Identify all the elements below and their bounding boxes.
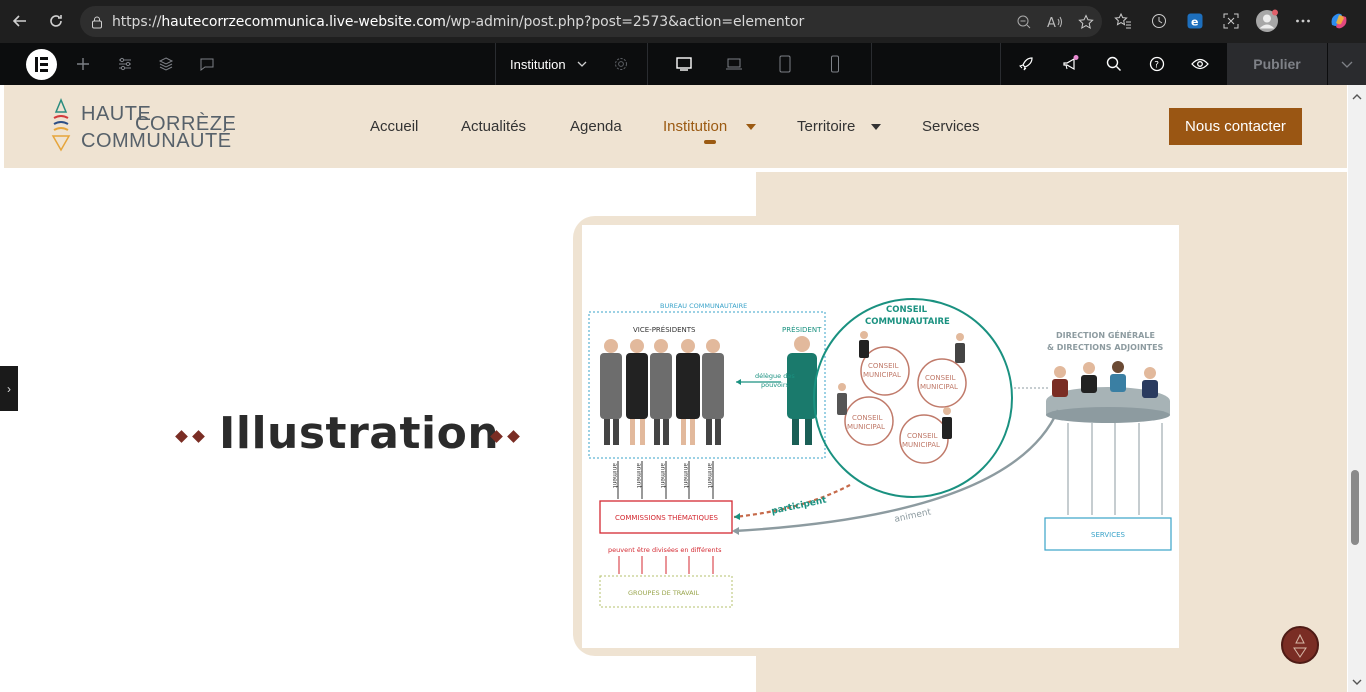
scroll-up-icon[interactable] [1352,93,1362,101]
rocket-icon[interactable] [1015,43,1037,85]
desktop-view-icon[interactable] [672,43,696,85]
publish-button[interactable]: Publier [1227,43,1327,85]
structure-layers-icon[interactable] [155,43,177,85]
more-options-icon[interactable] [1290,6,1316,36]
label-direction: DIRECTION GÉNÉRALE [1056,329,1155,340]
caret-down-icon [746,124,756,130]
laptop-view-icon[interactable] [722,43,746,85]
svg-text:A: A [1047,16,1056,30]
svg-text:MUNICIPAL: MUNICIPAL [902,441,940,449]
active-menu-indicator [704,140,716,144]
label-participent: participent [771,495,829,517]
comments-icon[interactable] [196,43,218,85]
label-delegue: délègue des [755,372,795,380]
logo-emblem-icon [51,98,71,152]
svg-text:MUNICIPAL: MUNICIPAL [847,423,885,431]
label-vice-presidents: VICE-PRÉSIDENTS [633,325,696,334]
favorites-icon[interactable] [1110,6,1136,36]
label-directions-adjointes: & DIRECTIONS ADJOINTES [1047,343,1164,352]
publish-options-chevron-icon[interactable] [1328,43,1366,85]
scroll-down-icon[interactable] [1352,678,1362,686]
label-bureau: BUREAU COMMUNAUTAIRE [660,302,747,310]
arrows-to-services [1067,423,1163,515]
svg-text:CONSEIL: CONSEIL [852,414,883,422]
menu-item-accueil[interactable]: Accueil [370,118,418,135]
logo-emblem-icon [1293,633,1307,658]
arrows-to-groupes [618,556,714,574]
edge-browser-icon[interactable]: e [1182,6,1208,36]
site-settings-icon[interactable] [114,43,136,85]
label-divisees: peuvent être divisées en différents [608,546,722,554]
label-commissions: COMMISSIONS THÉMATIQUES [615,513,719,522]
panel-toggle-chevron-icon[interactable]: › [0,366,18,411]
svg-text:e: e [1191,16,1198,29]
back-to-top-logo-button[interactable] [1281,626,1319,664]
svg-text:CONSEIL: CONSEIL [907,432,938,440]
scrollbar-track[interactable] [1348,85,1366,692]
site-logo[interactable]: HAUTE CORRÈZE COMMUNAUTÉ [50,98,236,156]
decor-diamond [192,430,205,443]
menu-item-institution[interactable]: Institution [663,118,727,135]
menu-item-agenda[interactable]: Agenda [570,118,622,135]
svg-text:animent: animent [659,463,666,488]
history-icon[interactable] [1146,6,1172,36]
menu-item-actualites[interactable]: Actualités [461,118,526,135]
help-icon[interactable]: ? [1146,43,1168,85]
svg-text:animent: animent [706,463,713,488]
label-animent: animent [611,463,618,488]
svg-text:MUNICIPAL: MUNICIPAL [920,383,958,391]
read-aloud-icon[interactable]: A [1046,14,1064,30]
menu-item-services[interactable]: Services [922,118,980,135]
elementor-logo-icon[interactable] [26,49,57,80]
page-name: Institution [510,56,566,72]
notifications-megaphone-icon[interactable] [1058,43,1082,85]
search-icon[interactable] [1103,43,1125,85]
svg-text:animent: animent [635,463,642,488]
favorite-star-icon[interactable] [1078,13,1094,30]
governance-diagram[interactable]: BUREAU COMMUNAUTAIRE VICE-PRÉSIDENTS PRÉ… [582,225,1179,648]
label-groupes: GROUPES DE TRAVAIL [628,589,699,597]
svg-text:CONSEIL: CONSEIL [925,374,956,382]
back-icon[interactable] [5,6,35,36]
mobile-view-icon[interactable] [823,43,847,85]
url-text: https://hautecorrzecommunica.live-websit… [112,13,805,30]
preview-eye-icon[interactable] [1189,43,1211,85]
add-element-icon[interactable] [72,43,94,85]
svg-text:?: ? [1154,61,1159,71]
caret-down-icon [871,124,881,130]
logo-text-communaute: COMMUNAUTÉ [81,130,232,152]
tablet-view-icon[interactable] [773,43,797,85]
contact-button[interactable]: Nous contacter [1169,108,1302,145]
scrollbar-thumb[interactable] [1351,470,1359,545]
decor-diamond [175,430,188,443]
vice-presidents-figures [600,339,724,445]
browser-toolbar: https://hautecorrzecommunica.live-websit… [0,0,1366,43]
conseils-municipaux: CONSEILMUNICIPAL CONSEILMUNICIPAL CONSEI… [844,346,967,464]
profile-avatar-icon[interactable] [1254,6,1280,36]
reload-icon[interactable] [41,6,71,36]
label-communautaire: COMMUNAUTAIRE [865,317,950,327]
svg-text:animent: animent [682,463,689,488]
page-selector[interactable]: Institution [510,43,588,85]
zoom-out-icon[interactable] [1016,14,1032,30]
screenshot-icon[interactable] [1218,6,1244,36]
chevron-down-icon [577,61,587,67]
page-settings-gear-icon[interactable] [610,43,632,85]
president-figure [787,336,817,445]
decor-diamond [507,430,520,443]
svg-text:CONSEIL: CONSEIL [868,362,899,370]
elementor-toolbar: Institution ? Publier [0,43,1366,85]
lock-icon [92,16,102,28]
svg-text:MUNICIPAL: MUNICIPAL [863,371,901,379]
section-heading: Illustration [219,408,500,459]
label-services: SERVICES [1091,531,1126,539]
label-conseil: CONSEIL [886,305,928,315]
label-president: PRÉSIDENT [782,325,822,334]
menu-item-territoire[interactable]: Territoire [797,118,855,135]
copilot-icon[interactable] [1326,6,1352,36]
direction-meeting-figures [1046,361,1170,423]
address-bar[interactable]: https://hautecorrzecommunica.live-websit… [80,6,1102,37]
